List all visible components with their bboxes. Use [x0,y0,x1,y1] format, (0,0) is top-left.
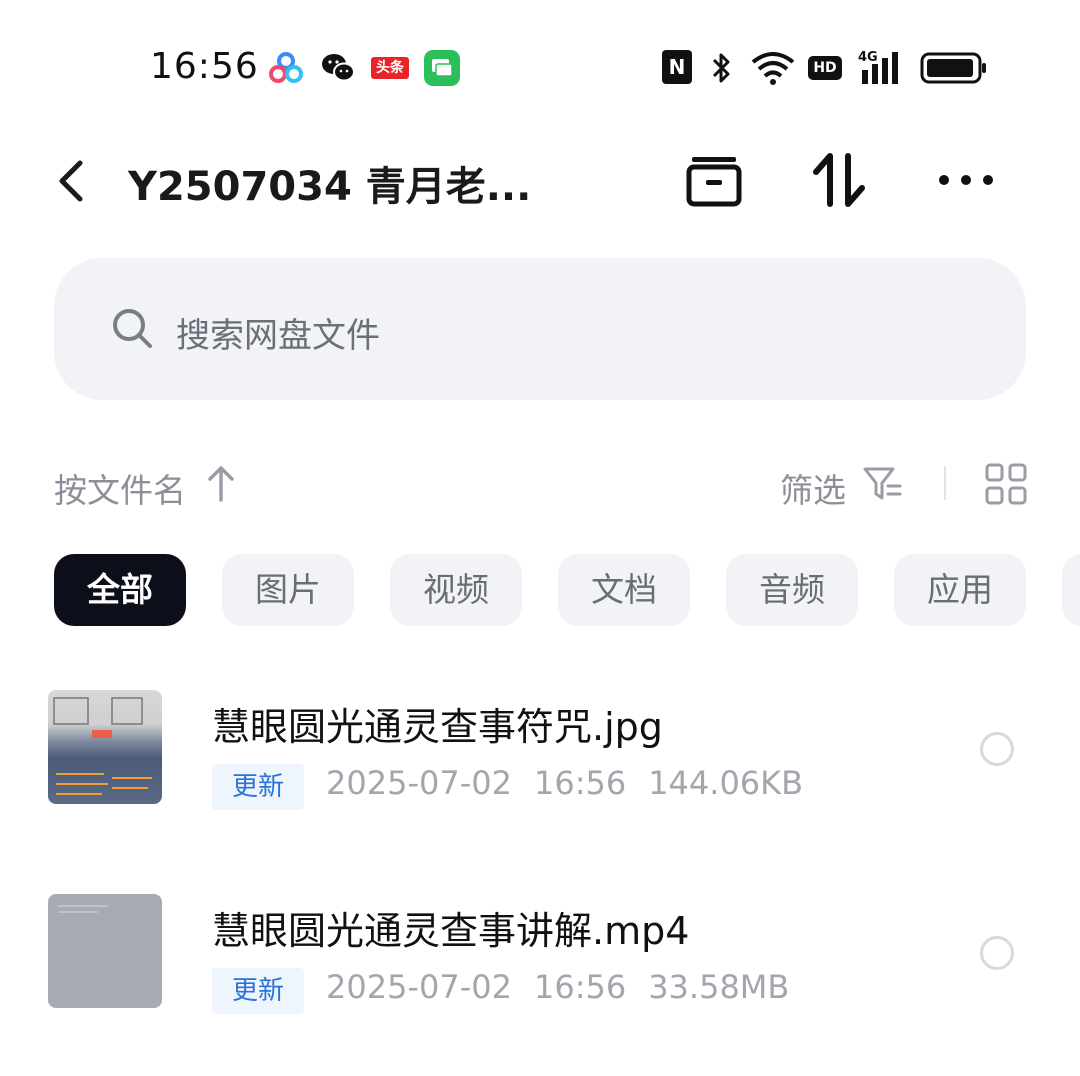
archive-icon[interactable] [684,150,744,210]
chip-audio[interactable]: 音频 [726,554,858,626]
select-radio[interactable] [980,936,1014,970]
search-placeholder: 搜索网盘文件 [176,316,380,356]
page-title: Y2507034 青月老... [128,164,532,210]
search-input[interactable]: 搜索网盘文件 [54,258,1026,400]
grid-view-icon[interactable] [984,462,1028,506]
search-icon [113,309,152,348]
status-time: 16:56 [150,46,259,87]
wechat-icon [322,54,355,82]
chip-documents[interactable]: 文档 [558,554,690,626]
chip-videos[interactable]: 视频 [390,554,522,626]
more-options-icon[interactable] [934,150,998,210]
file-meta: 2025-07-02 16:56 144.06KB [326,764,825,802]
toolbar-divider [944,466,946,500]
hd-voice-icon: HD [808,56,842,80]
category-chips: 全部 图片 视频 文档 音频 应用 [54,554,1080,626]
filter-button[interactable]: 筛选 [780,464,846,512]
file-size: 144.06KB [648,764,804,802]
chip-more[interactable] [1062,554,1080,626]
file-list-item[interactable]: 慧眼圆光通灵查事符咒.jpg 更新 2025-07-02 16:56 144.06K… [0,668,1080,828]
chip-apps[interactable]: 应用 [894,554,1026,626]
file-name: 慧眼圆光通灵查事讲解.mp4 [212,909,690,953]
bluetooth-icon [712,53,730,83]
file-thumbnail [48,690,162,804]
update-badge: 更新 [212,968,304,1014]
file-list-item[interactable]: 慧眼圆光通灵查事讲解.mp4 更新 2025-07-02 16:56 33.58MB [0,872,1080,1032]
network-type-label: 4G [858,50,878,65]
wifi-icon [751,52,795,85]
sort-order-icon[interactable] [810,150,870,210]
status-bar: 16:56 头条 N HD 4G [0,0,1080,130]
arrow-up-icon[interactable] [206,462,236,504]
nfc-icon: N [662,50,692,84]
messages-icon [424,50,460,86]
file-date: 2025-07-02 [326,968,512,1006]
file-thumbnail [48,894,162,1008]
file-time: 16:56 [533,968,627,1006]
update-badge: 更新 [212,764,304,810]
toutiao-icon: 头条 [371,57,409,79]
file-size: 33.58MB [648,968,790,1006]
back-button[interactable] [50,155,94,207]
sort-by-name-button[interactable]: 按文件名 [54,464,186,512]
filter-icon[interactable] [862,464,904,504]
battery-icon [920,52,986,84]
file-meta: 2025-07-02 16:56 33.58MB [326,968,811,1006]
file-time: 16:56 [533,764,627,802]
select-radio[interactable] [980,732,1014,766]
signal-icon: 4G [858,50,908,86]
baidu-netdisk-icon [269,52,303,83]
file-date: 2025-07-02 [326,764,512,802]
chip-all[interactable]: 全部 [54,554,186,626]
chip-images[interactable]: 图片 [222,554,354,626]
file-name: 慧眼圆光通灵查事符咒.jpg [212,705,663,749]
